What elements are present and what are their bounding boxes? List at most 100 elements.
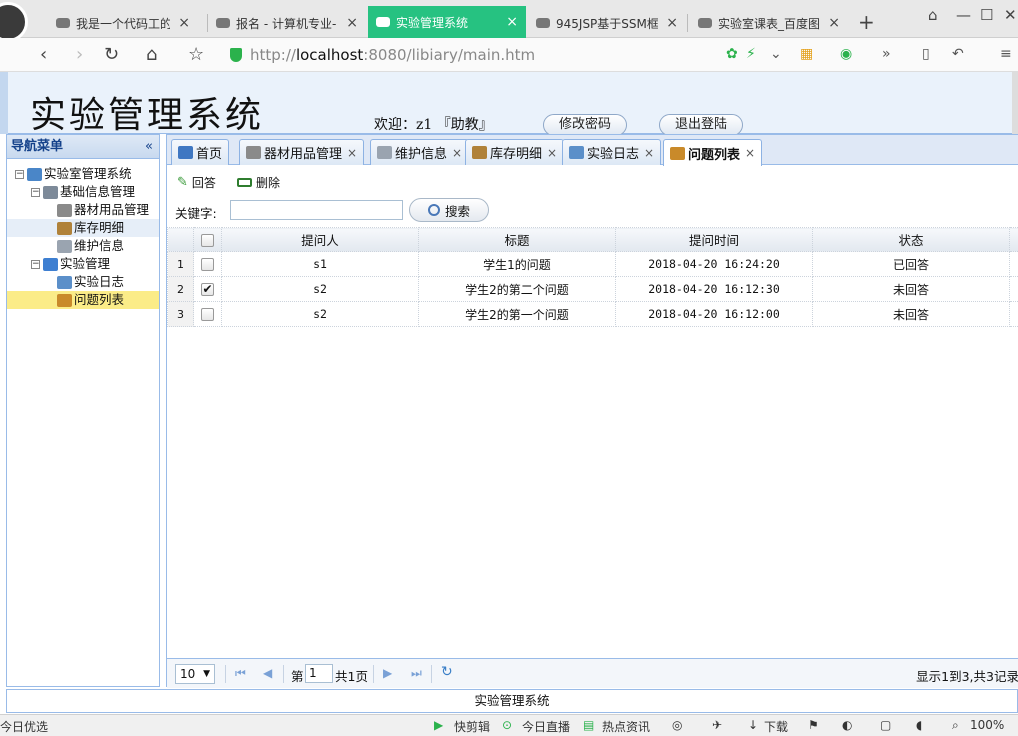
close-window-icon[interactable]: ✕ [1004,6,1017,24]
close-tab-icon[interactable]: × [644,146,654,160]
reply-button[interactable]: ✎ 回答 [177,174,216,191]
zoom-level[interactable]: 100% [970,718,1004,732]
table-row[interactable]: 1 s1 学生1的问题 2018-04-20 16:24:20 已回答 [167,251,1018,277]
close-tab-icon[interactable]: × [745,146,755,160]
nav-item-maintenance[interactable]: 维护信息 [7,237,159,255]
device-icon[interactable]: ▯ [922,46,930,62]
home-icon[interactable]: ⌂ [146,44,157,65]
close-icon[interactable]: × [506,14,518,30]
column-header-title[interactable]: 标题 [418,227,616,252]
table-row[interactable]: 3 s2 学生2的第一个问题 2018-04-20 16:12:00 未回答 [167,301,1018,327]
delete-button[interactable]: 删除 [237,174,280,191]
logout-button[interactable]: 退出登陆 [659,114,743,136]
nav-item-question-list[interactable]: 问题列表 [7,291,159,309]
forward-icon[interactable]: › [76,44,83,65]
tab-equipment[interactable]: 器材用品管理 × [239,139,365,165]
speaker-icon[interactable]: ◎ [672,718,682,732]
browser-tab-4[interactable]: 945JSP基于SSM框 × [528,8,686,38]
minimize-icon[interactable]: — [956,6,971,24]
close-icon[interactable]: × [346,15,358,31]
pin-icon[interactable]: ✈ [712,718,722,732]
search-button[interactable]: 搜索 [409,198,489,222]
skin-icon[interactable]: ⌂ [928,6,938,24]
cell-status: 未回答 [812,276,1010,302]
row-checkbox[interactable] [201,258,214,271]
lightning-icon[interactable]: ⚡ [746,46,756,62]
browser-tab-active[interactable]: 实验管理系统 × [368,6,526,38]
new-tab-button[interactable]: + [858,10,875,34]
browser-tab-title: 报名 - 计算机专业- [236,16,337,31]
statusbar-item[interactable]: 今日直播 [522,718,570,735]
address-bar[interactable]: http://localhost:8080/libiary/main.htm [226,43,786,67]
volume-icon[interactable]: ◖ [916,718,922,732]
close-icon[interactable]: × [178,15,190,31]
window-icon[interactable]: ▢ [880,718,891,732]
row-checkbox[interactable] [201,308,214,321]
menu-icon[interactable]: ≡ [1000,46,1012,62]
column-header-asker[interactable]: 提问人 [221,227,419,252]
select-all-checkbox[interactable] [201,234,214,247]
bookmark-star-icon[interactable]: ☆ [188,44,204,65]
column-header-time[interactable]: 提问时间 [615,227,813,252]
statusbar-left[interactable]: 今日优选 [0,718,48,735]
page-scrollbar[interactable] [1012,72,1018,134]
page-size-select[interactable]: 10 ▼ [175,664,215,684]
tab-maintenance[interactable]: 维护信息 × [370,139,470,165]
tab-question-list[interactable]: 问题列表 × [663,139,763,166]
flag-icon[interactable]: ⚑ [808,718,819,732]
nav-item-experiment-log[interactable]: 实验日志 [7,273,159,291]
speed-mode-icon[interactable]: ✿ [726,46,738,62]
column-header-status[interactable]: 状态 [812,227,1010,252]
statusbar-item[interactable]: 下载 [764,718,788,735]
page-number-input[interactable]: 1 [305,664,333,683]
more-icon[interactable]: » [882,46,891,62]
keyword-input[interactable] [230,200,403,220]
refresh-icon[interactable]: ↻ [104,44,119,65]
tree-toggle-icon[interactable]: − [31,259,40,269]
cell-filler [1009,301,1018,327]
back-icon[interactable]: ‹ [40,44,47,65]
safety-icon[interactable]: ◉ [840,46,852,62]
nav-item-lab-system[interactable]: − 实验室管理系统 [7,165,159,183]
close-tab-icon[interactable]: × [347,146,357,160]
nav-item-experiment-mgmt[interactable]: − 实验管理 [7,255,159,273]
dropdown-icon[interactable]: ⌄ [770,46,782,62]
statusbar-item[interactable]: 快剪辑 [454,718,490,735]
maximize-icon[interactable]: ☐ [980,6,993,24]
folder-icon [43,185,58,199]
apps-icon[interactable]: ▦ [800,46,813,62]
table-row[interactable]: 2 ✔ s2 学生2的第二个问题 2018-04-20 16:12:30 未回答 [167,276,1018,302]
first-page-icon[interactable]: ⏮ [235,666,246,681]
tree-toggle-icon[interactable]: − [31,187,40,197]
collapse-icon[interactable]: « [145,135,153,158]
close-tab-icon[interactable]: × [547,146,557,160]
undo-icon[interactable]: ↶ [952,46,964,62]
last-page-icon[interactable]: ⏭ [411,666,422,681]
change-password-button[interactable]: 修改密码 [543,114,627,136]
nav-item-inventory[interactable]: 库存明细 [7,219,159,237]
statusbar-item[interactable]: 热点资讯 [602,718,650,735]
close-icon[interactable]: × [828,15,840,31]
reload-icon[interactable]: ↻ [441,664,453,680]
tab-home[interactable]: 首页 [171,139,230,165]
tree-toggle-icon[interactable]: − [15,169,24,179]
prev-page-icon[interactable]: ◀ [263,666,272,680]
pencil-icon [472,146,487,159]
browser-edge-icon[interactable]: ◐ [842,718,852,732]
nav-item-equipment[interactable]: 器材用品管理 [7,201,159,219]
browser-tab-2[interactable]: 报名 - 计算机专业- × [208,8,366,38]
row-checkbox[interactable]: ✔ [201,283,214,296]
nav-item-basic-info[interactable]: − 基础信息管理 [7,183,159,201]
next-page-icon[interactable]: ▶ [383,666,392,680]
chevron-down-icon: ▼ [203,669,210,679]
close-icon[interactable]: × [666,15,678,31]
browser-tab-5[interactable]: 实验室课表_百度图 × [690,8,848,38]
tab-favicon-icon [56,18,70,28]
tab-experiment-log[interactable]: 实验日志 × [562,139,662,165]
tab-inventory[interactable]: 库存明细 × [465,139,565,165]
close-tab-icon[interactable]: × [452,146,462,160]
pager-divider [225,665,226,683]
nav-item-label: 实验室管理系统 [44,166,132,181]
browser-tab-1[interactable]: 我是一个代码工的S × [48,8,198,38]
row-select-cell: ✔ [193,276,222,302]
